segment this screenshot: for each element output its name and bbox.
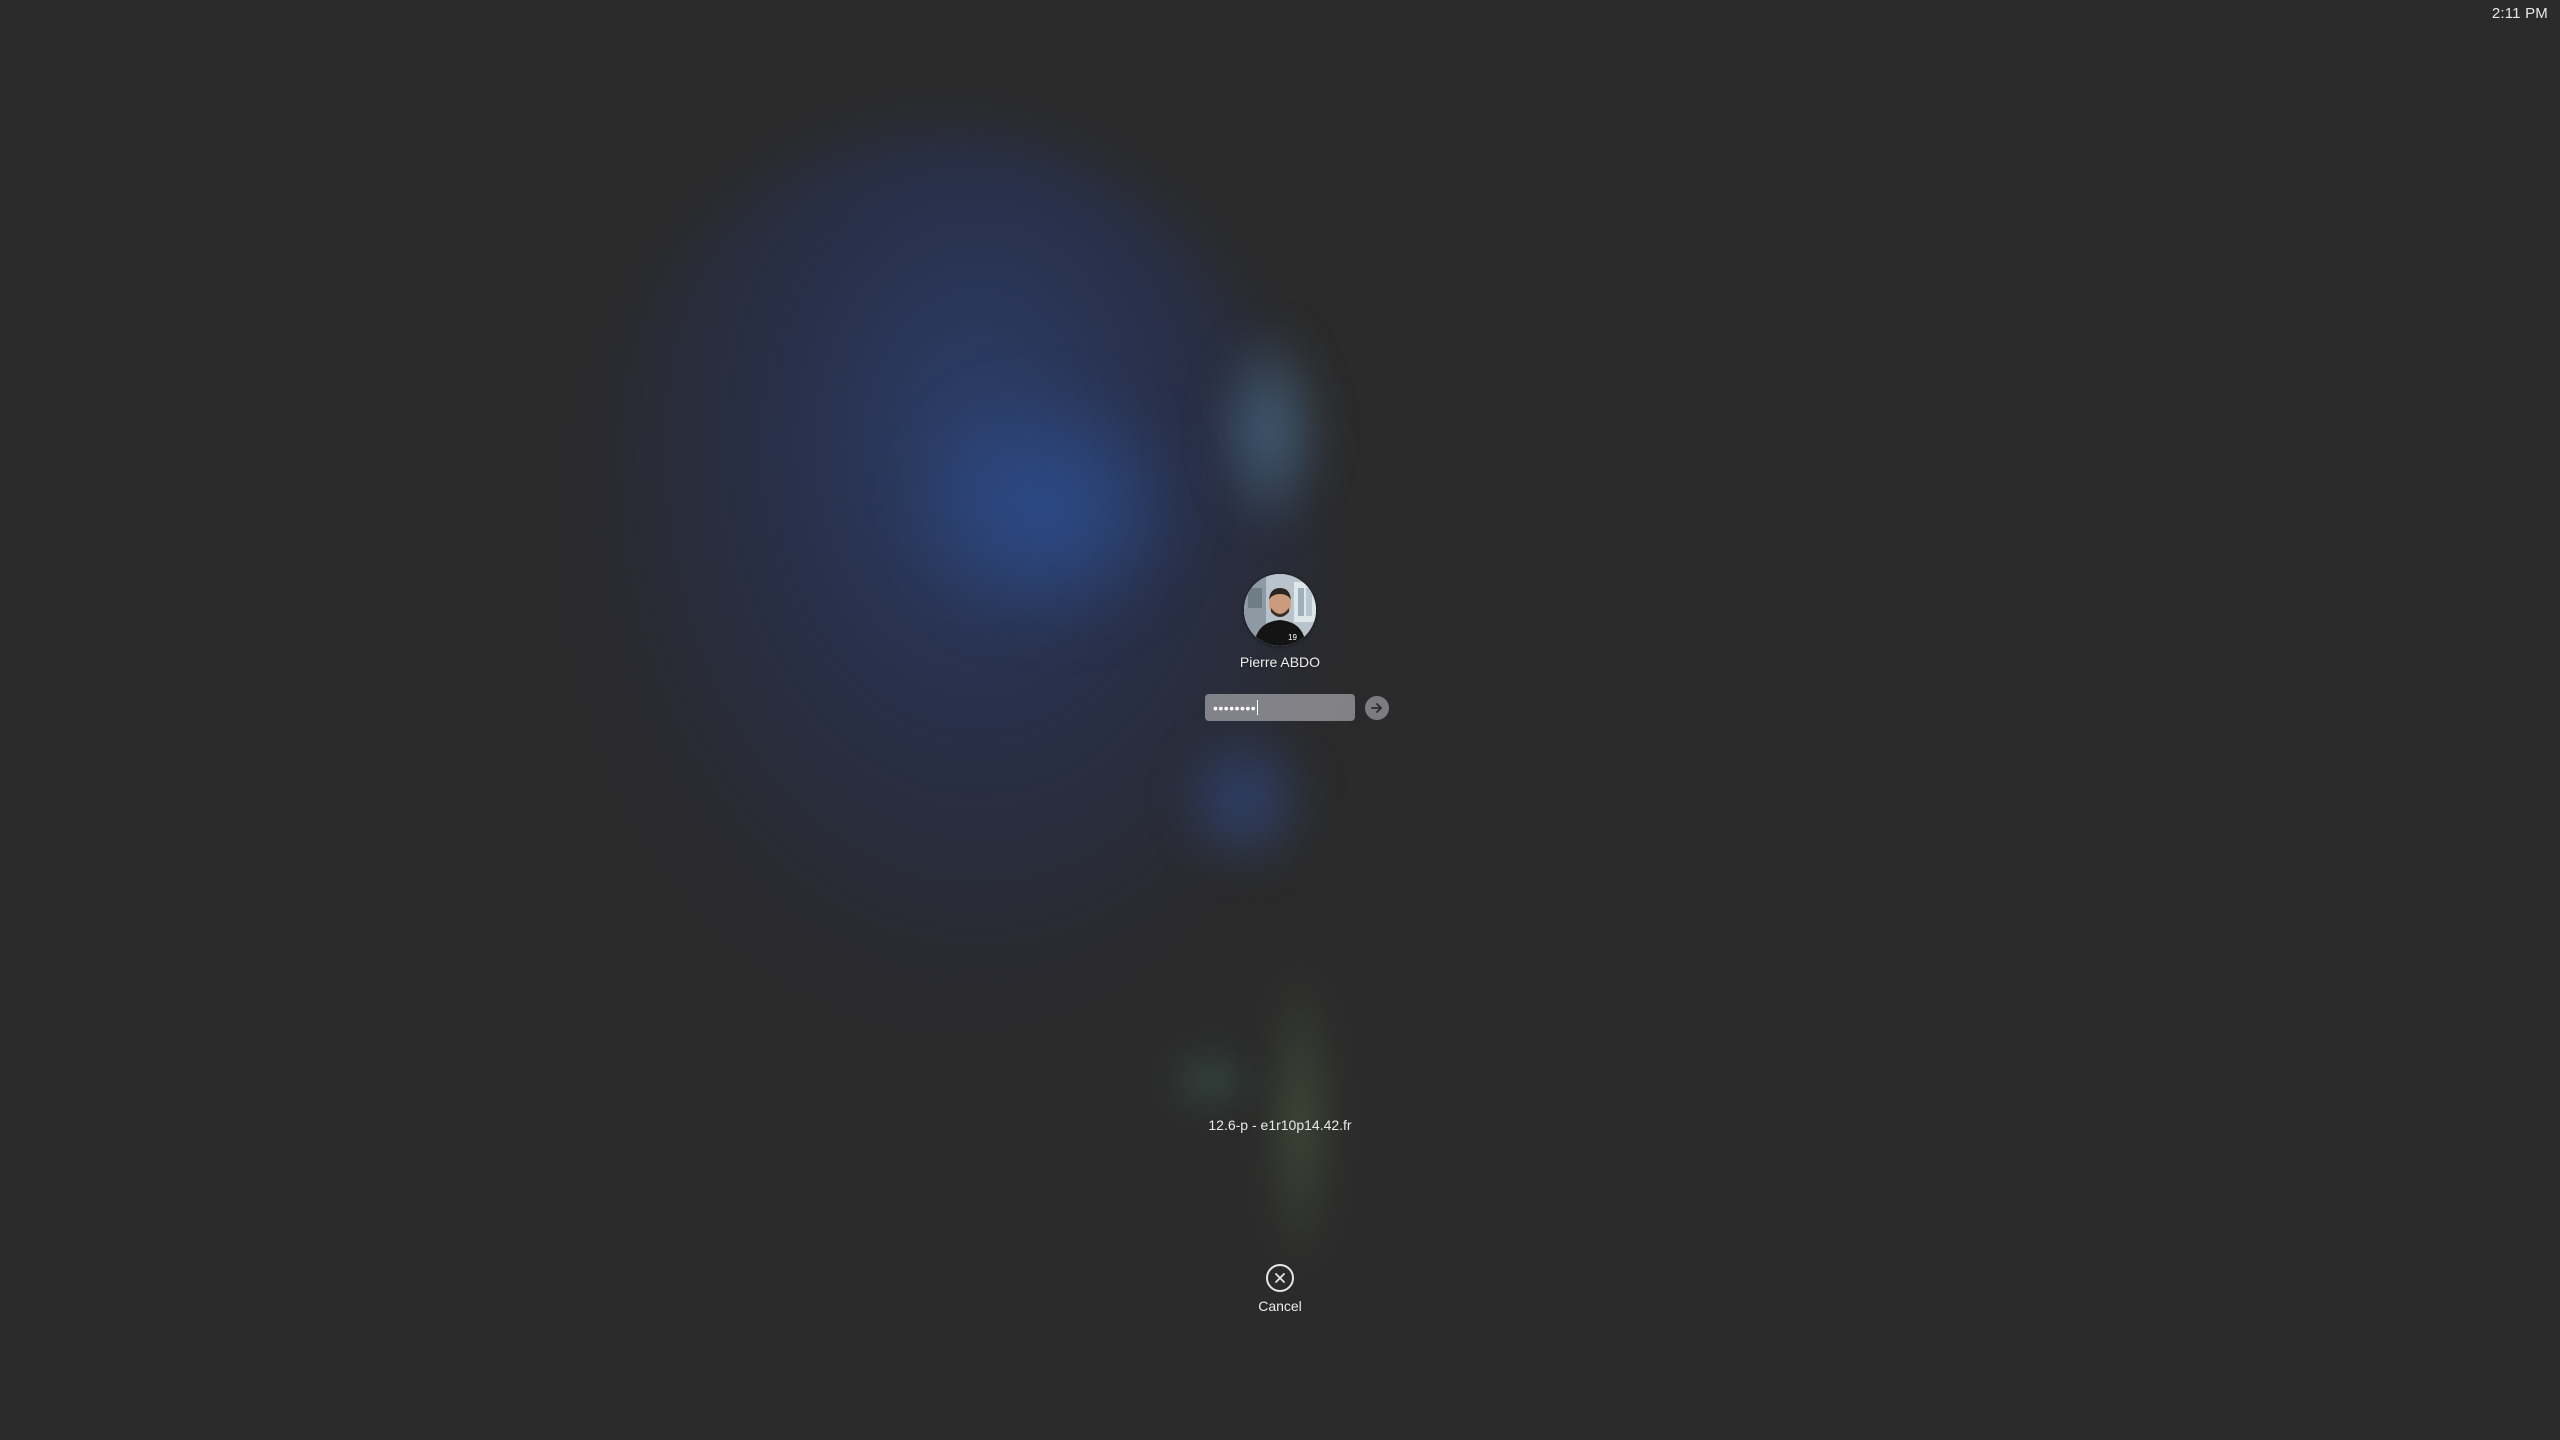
cancel-button[interactable]: Cancel xyxy=(1230,1264,1330,1314)
login-panel: 19 Pierre ABDO •••••••• xyxy=(0,574,2560,721)
host-info-label: 12.6-p - e1r10p14.42.fr xyxy=(1208,1117,1352,1133)
wallpaper-glow-lower xyxy=(1170,720,1320,880)
submit-login-button[interactable] xyxy=(1365,696,1389,720)
password-field[interactable]: •••••••• xyxy=(1205,694,1355,721)
svg-text:19: 19 xyxy=(1288,633,1297,642)
lock-screen: 2:11 PM 19 Pierre ABDO •••••••• 12.6-p -… xyxy=(0,0,2560,1440)
password-row: •••••••• xyxy=(1205,694,1389,721)
avatar-photo-icon: 19 xyxy=(1244,574,1316,646)
password-masked-value: •••••••• xyxy=(1213,699,1257,716)
cancel-label: Cancel xyxy=(1258,1298,1302,1314)
menubar-clock: 2:11 PM xyxy=(2491,5,2548,22)
text-caret xyxy=(1257,700,1259,715)
close-circle-icon xyxy=(1266,1264,1294,1292)
username-label: Pierre ABDO xyxy=(1239,654,1321,670)
close-icon xyxy=(1275,1273,1285,1283)
arrow-right-icon xyxy=(1371,703,1382,713)
user-avatar[interactable]: 19 xyxy=(1244,574,1316,646)
wallpaper-glow-teal xyxy=(1210,320,1330,540)
wallpaper-glow-green-2 xyxy=(1160,1040,1260,1120)
